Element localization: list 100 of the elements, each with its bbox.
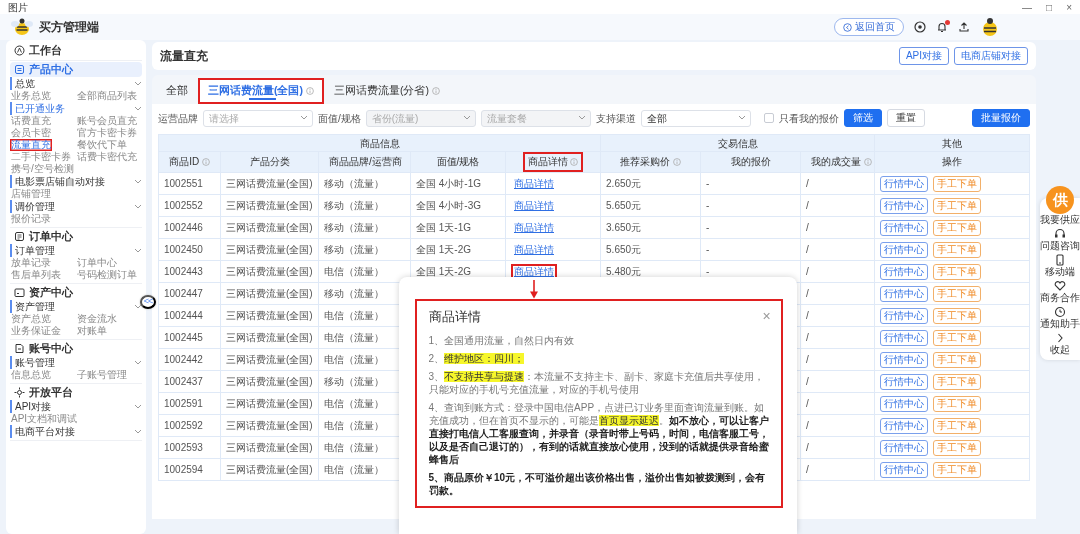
sidebar-section[interactable]: 产品中心 [10,62,142,77]
market-button[interactable]: 行情中心 [880,417,929,434]
market-button[interactable]: 行情中心 [880,263,929,280]
window-control[interactable]: — [1022,0,1033,15]
sidebar-item[interactable]: 全部商品列表 [76,90,138,102]
sidebar-item[interactable]: 报价记录 [10,213,52,225]
checkbox[interactable] [763,113,774,123]
order-button[interactable]: 手工下单 [933,417,982,434]
tab[interactable]: 三网话费流量(全国) [198,78,324,104]
sidebar-item[interactable]: 子账号管理 [76,369,128,381]
sidebar-group[interactable]: API对接 [10,400,142,413]
heart-icon[interactable] [1054,280,1066,292]
avatar-icon[interactable] [980,17,1000,37]
tool-label[interactable]: 我要供应 [1040,214,1080,226]
reset-button[interactable]: 重置 [886,109,925,127]
detail-paragraph: 1、全国通用流量，自然日内有效 [428,334,576,347]
sidebar-item[interactable]: 流量直充 [10,139,52,151]
sidebar-item[interactable]: 资产总览 [10,313,52,325]
order-button[interactable]: 手工下单 [933,219,982,236]
outline-button[interactable]: 电商店铺对接 [954,47,1028,65]
sidebar-group[interactable]: 总览 [10,77,142,90]
sidebar-item[interactable]: 店铺管理 [10,188,52,200]
phone-icon[interactable] [1054,254,1066,266]
sidebar-item[interactable]: 话费卡密代充 [76,151,138,163]
market-button[interactable]: 行情中心 [880,439,929,456]
table-cell: 1002446 [158,216,221,239]
sidebar-item[interactable]: 业务保证金 [10,325,62,337]
sidebar-group[interactable]: 已开通业务 [10,102,142,115]
sidebar-item[interactable]: 账号会员直充 [76,115,138,127]
outline-button[interactable]: API对接 [898,47,949,65]
sidebar-section[interactable]: 工作台 [10,43,142,58]
order-button[interactable]: 手工下单 [933,175,982,192]
tab[interactable]: 三网话费流量(分省) [324,78,450,104]
sidebar-item[interactable]: 业务总览 [10,90,52,102]
table-cell: 三网话费流量(全国) [220,172,319,195]
order-button[interactable]: 手工下单 [933,395,982,412]
tool-label[interactable]: 移动端 [1045,266,1075,278]
sidebar-item[interactable]: 信息总览 [10,369,52,381]
sidebar-item[interactable]: 官方卡密卡券 [76,127,138,139]
sidebar-item[interactable]: 放单记录 [10,257,52,269]
order-button[interactable]: 手工下单 [933,241,982,258]
upload-icon[interactable] [958,21,970,33]
sidebar-item[interactable]: 售后单列表 [10,269,62,281]
tab[interactable]: 全部 [156,78,198,104]
table-cell: 三网话费流量(全国) [220,260,319,283]
market-button[interactable]: 行情中心 [880,395,929,412]
sidebar-item[interactable]: 对账单 [76,325,108,337]
tool-label[interactable]: 问题咨询 [1040,240,1080,252]
order-button[interactable]: 手工下单 [933,439,982,456]
bulk-quote-button[interactable]: 批量报价 [972,109,1030,127]
close-button[interactable]: × [762,309,771,324]
sidebar-item[interactable]: 二手卡密卡券 [10,151,72,163]
order-button[interactable]: 手工下单 [933,285,982,302]
order-button[interactable]: 手工下单 [933,263,982,280]
market-button[interactable]: 行情中心 [880,175,929,192]
market-button[interactable]: 行情中心 [880,219,929,236]
column-header: 面值/规格 [435,155,481,169]
circle-icon[interactable] [914,21,926,33]
sidebar-group[interactable]: 账号管理 [10,356,142,369]
sidebar-section[interactable]: 订单中心 [10,229,142,244]
market-button[interactable]: 行情中心 [880,241,929,258]
sidebar-item[interactable]: 话费直充 [10,115,52,127]
tool-label[interactable]: 收起 [1050,344,1070,356]
sidebar-item[interactable]: API文档和调试 [10,413,79,425]
sidebar-section[interactable]: 账号中心 [10,341,142,356]
sidebar-item[interactable]: 会员卡密 [10,127,52,139]
headset-icon[interactable] [1054,228,1066,240]
sidebar-group[interactable]: 订单管理 [10,244,142,257]
filter-button[interactable]: 筛选 [843,109,882,127]
tool-label[interactable]: 商务合作 [1040,292,1080,304]
market-button[interactable]: 行情中心 [880,461,929,478]
order-button[interactable]: 手工下单 [933,197,982,214]
sidebar-group[interactable]: 电影票店铺自动对接 [10,175,142,188]
market-button[interactable]: 行情中心 [880,285,929,302]
order-button[interactable]: 手工下单 [933,351,982,368]
market-button[interactable]: 行情中心 [880,351,929,368]
tool-label[interactable]: 通知助手 [1040,318,1080,330]
order-button[interactable]: 手工下单 [933,461,982,478]
market-button[interactable]: 行情中心 [880,197,929,214]
market-button[interactable]: 行情中心 [880,373,929,390]
order-button[interactable]: 手工下单 [933,329,982,346]
sidebar-item[interactable]: 资金流水 [76,313,118,325]
order-button[interactable]: 手工下单 [933,307,982,324]
sidebar-section[interactable]: 开放平台 [10,385,142,400]
select-field[interactable]: 全部 [640,109,751,127]
window-control[interactable]: × [1066,0,1072,15]
home-button[interactable]: 返回首页 [834,18,904,36]
clock-icon[interactable] [1054,306,1066,318]
sidebar-group[interactable]: 电商平台对接 [10,425,142,438]
sidebar-item[interactable]: 餐饮代下单 [76,139,128,151]
sidebar-item[interactable]: 携号/空号检测 [10,163,75,175]
market-button[interactable]: 行情中心 [880,307,929,324]
sidebar-item[interactable]: 号码检测订单 [76,269,138,281]
window-control[interactable]: □ [1046,0,1053,15]
sidebar-group[interactable]: 调价管理 [10,200,142,213]
order-button[interactable]: 手工下单 [933,373,982,390]
column-header: 商品详情 [522,152,584,172]
sidebar-section[interactable]: 资产中心 [10,285,142,300]
sidebar-item[interactable]: 订单中心 [76,257,118,269]
market-button[interactable]: 行情中心 [880,329,929,346]
